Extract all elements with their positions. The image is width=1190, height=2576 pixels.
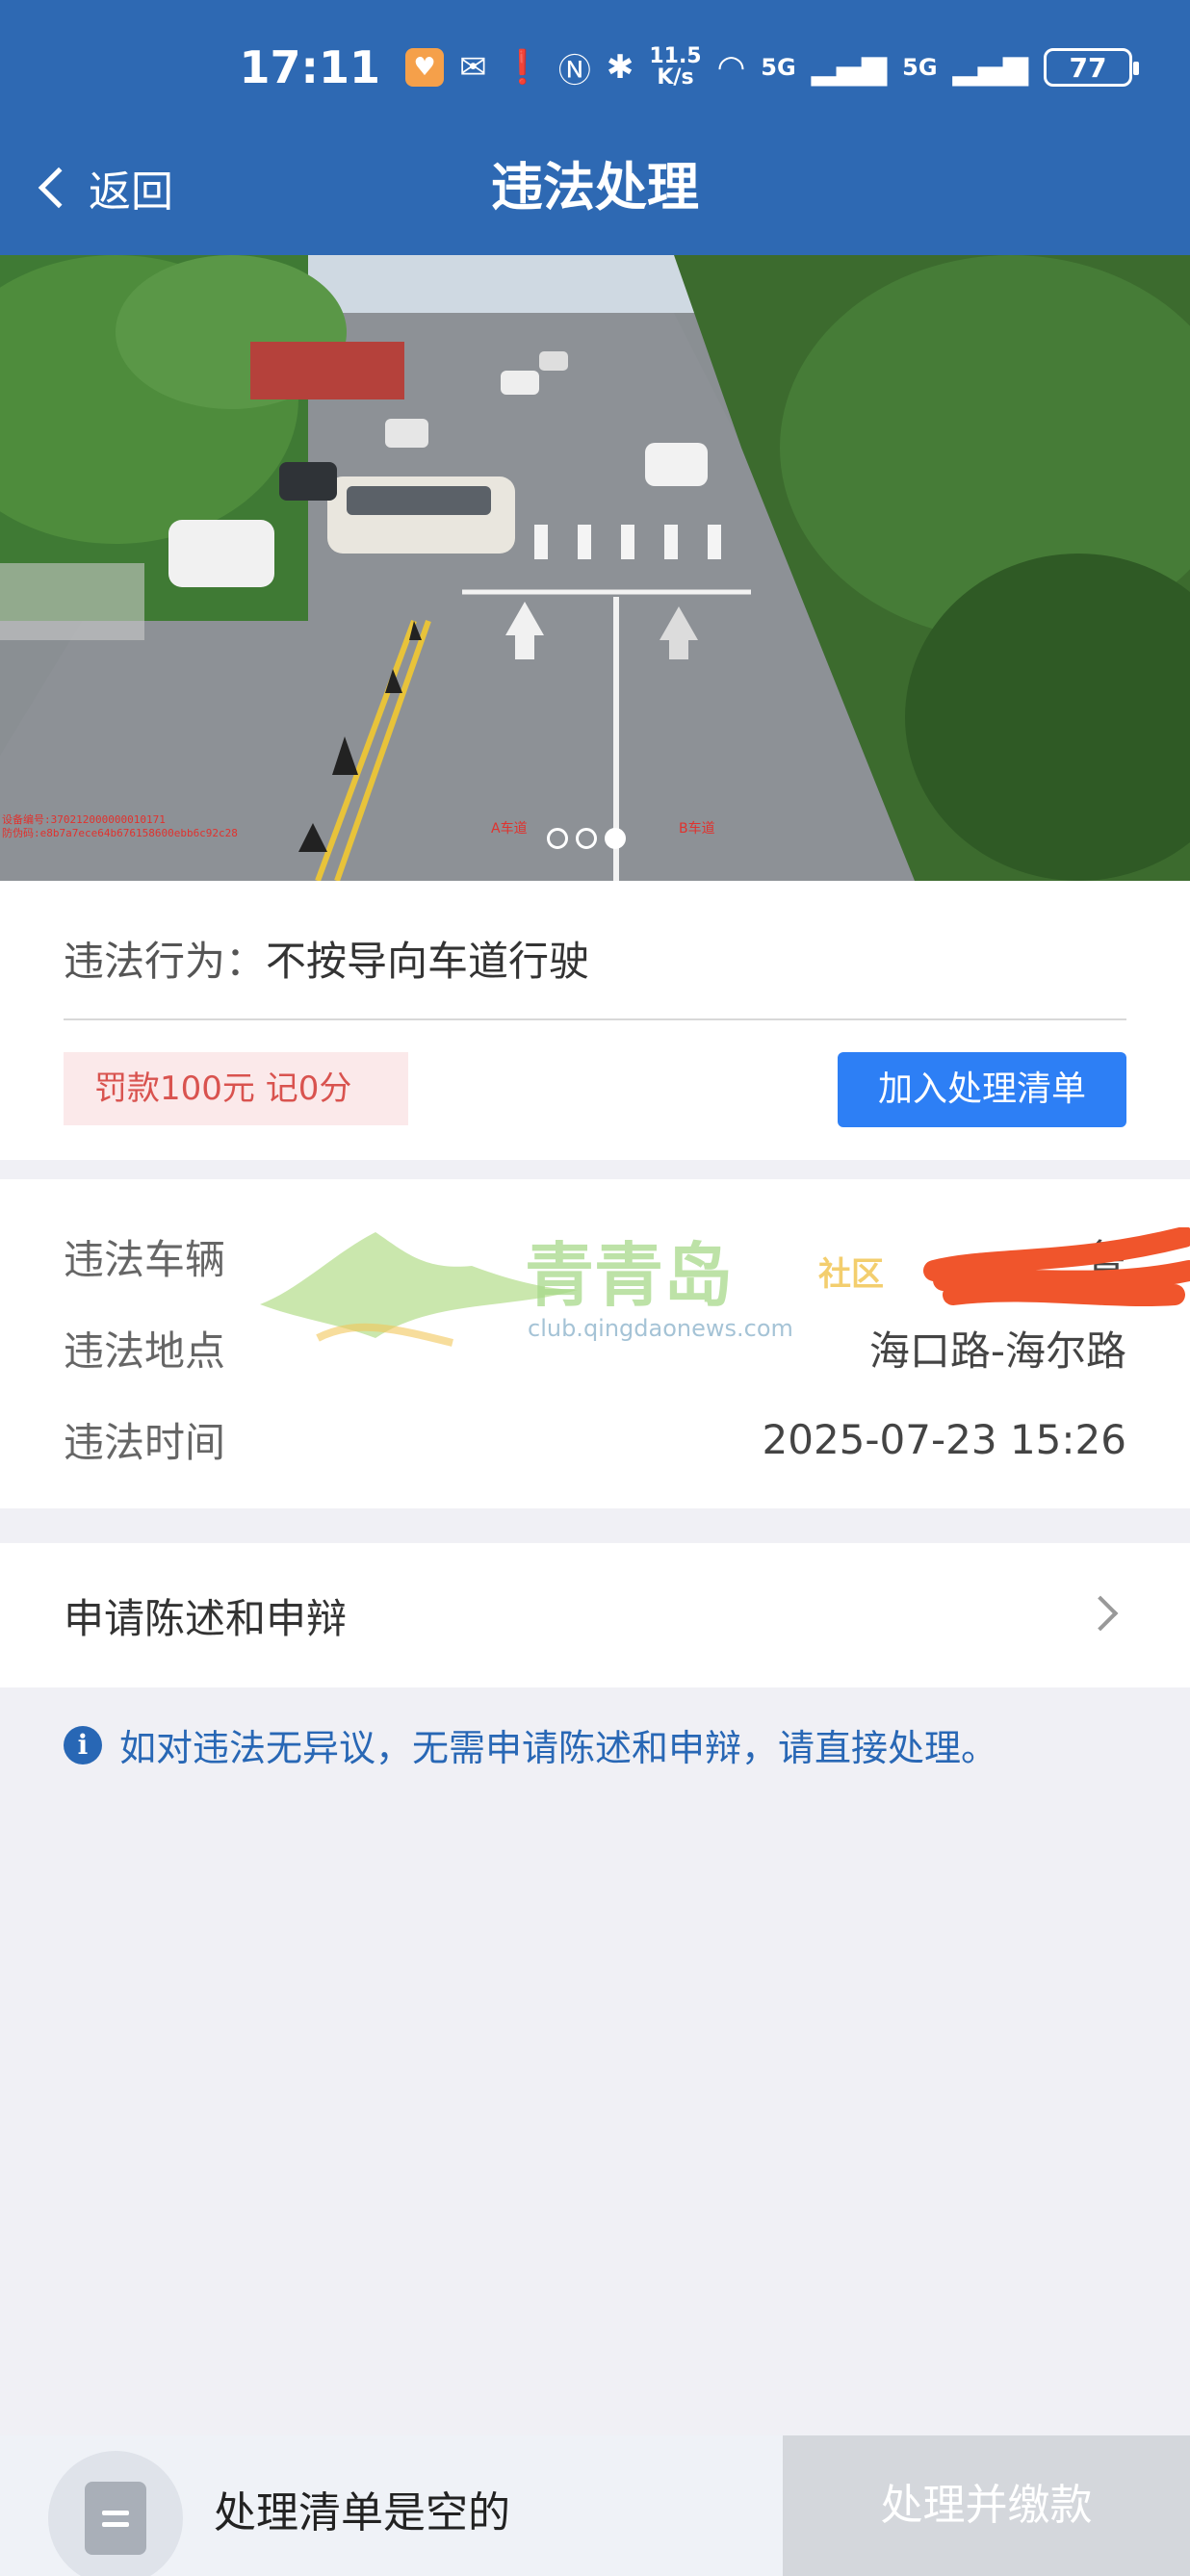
- time-label: 违法时间: [64, 1418, 226, 1466]
- battery-indicator: 77: [1044, 48, 1139, 87]
- carousel-dot[interactable]: [547, 828, 568, 849]
- page-title: 违法处理: [491, 157, 699, 218]
- watermark-tag: 社区: [818, 1255, 884, 1294]
- redaction-scribble: [923, 1226, 1190, 1306]
- appeal-row[interactable]: 申请陈述和申辩: [0, 1543, 1190, 1687]
- violation-behavior-value: 不按导向车道行驶: [266, 938, 590, 985]
- add-to-list-button[interactable]: 加入处理清单: [838, 1052, 1126, 1127]
- evidence-photo: [0, 255, 1190, 881]
- signal-1-label: 5G: [761, 54, 796, 81]
- signal-bars-icon: ▂▄▆: [811, 48, 888, 87]
- wifi-icon: ◠: [716, 48, 746, 87]
- network-speed-unit: K/s: [657, 65, 694, 90]
- wechat-icon: ✉: [458, 48, 487, 87]
- divider: [64, 1018, 1126, 1020]
- photo-lane-label-left: A车道: [491, 821, 528, 837]
- photo-security-code: 防伪码:e8b7a7ece64b676158600ebb6c92c28: [2, 827, 238, 839]
- info-icon: i: [64, 1725, 102, 1765]
- watermark-name: 青青岛: [525, 1235, 733, 1316]
- photo-lane-label-right: B车道: [679, 821, 715, 837]
- violation-summary-card: 违法行为：不按导向车道行驶 罚款100元 记0分 加入处理清单: [0, 881, 1190, 1160]
- carousel-dot-active[interactable]: [605, 828, 626, 849]
- app-header: 17:11 ♥ ✉ ❗ Ⓝ ✱ 11.5 K/s ◠ 5G ▂▄▆ 5G ▂▄▆…: [0, 0, 1190, 255]
- vehicle-value: 鲁: [923, 1226, 1190, 1306]
- processing-list-button[interactable]: [48, 2451, 183, 2576]
- violation-behavior-label: 违法行为：: [64, 938, 267, 985]
- status-bar: 17:11 ♥ ✉ ❗ Ⓝ ✱ 11.5 K/s ◠ 5G ▂▄▆ 5G ▂▄▆…: [239, 29, 1139, 106]
- status-time: 17:11: [239, 41, 380, 93]
- violation-behavior: 违法行为：不按导向车道行驶: [64, 929, 589, 988]
- carousel-dot[interactable]: [576, 828, 597, 849]
- notice-text: 如对违法无异议，无需申请陈述和申辩，请直接处理。: [119, 1727, 998, 1769]
- alert-icon: ❗: [502, 48, 543, 87]
- location-label: 违法地点: [64, 1327, 226, 1375]
- evidence-photo-carousel[interactable]: 设备编号:370212000000010171 防伪码:e8b7a7ece64b…: [0, 255, 1190, 881]
- detail-row-time: 违法时间 2025-07-23 15:26: [64, 1410, 1126, 1468]
- appeal-label: 申请陈述和申辩: [64, 1594, 348, 1642]
- chevron-right-icon: [1082, 1595, 1119, 1632]
- signal-bars-2-icon: ▂▄▆: [952, 48, 1028, 87]
- watermark-url: club.qingdaonews.com: [528, 1315, 793, 1342]
- bottom-action-bar: 处理清单是空的 处理并缴款: [0, 2435, 1190, 2576]
- network-speed: 11.5 K/s: [649, 46, 701, 89]
- community-watermark: 青青岛 社区 club.qingdaonews.com: [260, 1232, 884, 1347]
- carousel-indicator: [547, 828, 626, 849]
- list-icon: [85, 2482, 146, 2555]
- fine-badge: 罚款100元 记0分: [64, 1052, 408, 1125]
- app-notification-icon: ♥: [404, 48, 444, 87]
- process-and-pay-button[interactable]: 处理并缴款: [783, 2435, 1190, 2576]
- signal-2-label: 5G: [902, 54, 938, 81]
- time-value: 2025-07-23 15:26: [762, 1415, 1126, 1463]
- nfc-icon: Ⓝ: [557, 51, 591, 90]
- info-notice: i 如对违法无异议，无需申请陈述和申辩，请直接处理。: [64, 1718, 997, 1771]
- vehicle-label: 违法车辆: [64, 1235, 226, 1283]
- bluetooth-icon: ✱: [606, 48, 634, 87]
- processing-list-status: 处理清单是空的: [214, 2488, 510, 2537]
- violation-details-card: 违法车辆 鲁 违法地点 海口路-海尔路 违法时间 2025-07-23 15:2…: [0, 1179, 1190, 1508]
